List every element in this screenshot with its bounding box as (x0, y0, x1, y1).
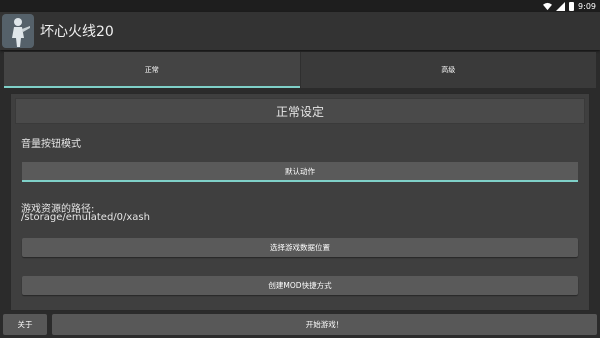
status-time: 9:09 (578, 1, 596, 11)
bottom-bar: 关于 开始游戏！ (0, 311, 600, 338)
app-title: 坏心火线20 (40, 24, 114, 40)
app-logo-icon (2, 14, 34, 48)
about-button[interactable]: 关于 (3, 314, 47, 335)
start-game-button[interactable]: 开始游戏！ (52, 314, 597, 335)
app-bar: 坏心火线20 (0, 12, 600, 50)
settings-panel: 正常设定 音量按钮模式 默认动作 游戏资源的路径: /storage/emula… (10, 93, 590, 311)
status-bar: 9:09 (0, 0, 600, 12)
tab-advanced[interactable]: 高级 (299, 52, 597, 88)
section-title: 正常设定 (15, 98, 585, 124)
choose-data-location-button[interactable]: 选择游戏数据位置 (22, 238, 578, 257)
signal-icon (556, 1, 566, 11)
battery-icon (569, 1, 575, 11)
volume-mode-label: 音量按钮模式 (21, 139, 81, 150)
status-icons: 9:09 (543, 0, 596, 12)
tab-bar: 正常 高级 (4, 52, 596, 88)
tab-normal[interactable]: 正常 (4, 52, 300, 88)
wifi-icon (543, 2, 553, 10)
game-path-value: /storage/emulated/0/xash (21, 212, 150, 223)
create-mod-shortcut-button[interactable]: 创建MOD快捷方式 (22, 276, 578, 295)
volume-mode-select[interactable]: 默认动作 (22, 162, 578, 182)
